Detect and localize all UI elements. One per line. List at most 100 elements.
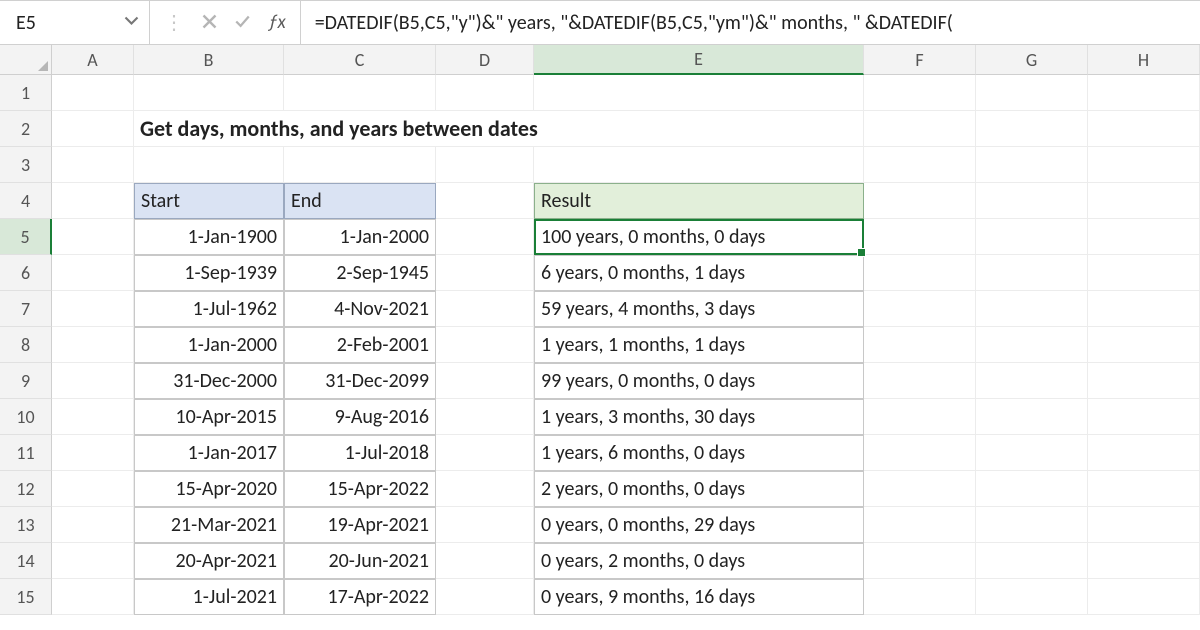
cell[interactable] xyxy=(1088,399,1200,435)
cell[interactable] xyxy=(1088,147,1200,183)
cell[interactable] xyxy=(436,183,534,219)
cell[interactable] xyxy=(976,75,1088,111)
enter-icon[interactable] xyxy=(235,11,250,35)
cell-start[interactable]: 1-Jan-2017 xyxy=(134,435,284,471)
cell-end[interactable]: 2-Sep-1945 xyxy=(284,255,436,291)
cell[interactable] xyxy=(134,75,284,111)
cell-end[interactable]: 2-Feb-2001 xyxy=(284,327,436,363)
cell[interactable] xyxy=(976,147,1088,183)
cell-end[interactable]: 31-Dec-2099 xyxy=(284,363,436,399)
cell[interactable] xyxy=(436,255,534,291)
cell[interactable] xyxy=(976,399,1088,435)
cell-result[interactable]: 100 years, 0 months, 0 days xyxy=(534,219,864,255)
cell[interactable] xyxy=(436,435,534,471)
cell[interactable] xyxy=(1088,183,1200,219)
cell-end[interactable]: 1-Jan-2000 xyxy=(284,219,436,255)
cell[interactable] xyxy=(52,507,134,543)
cell-start[interactable]: 1-Jan-1900 xyxy=(134,219,284,255)
cell[interactable] xyxy=(436,579,534,615)
cell[interactable] xyxy=(52,543,134,579)
cell-start[interactable]: 1-Sep-1939 xyxy=(134,255,284,291)
cell[interactable] xyxy=(976,327,1088,363)
cell-result[interactable]: 0 years, 9 months, 16 days xyxy=(534,579,864,615)
cell-result[interactable]: 2 years, 0 months, 0 days xyxy=(534,471,864,507)
table-header-result[interactable]: Result xyxy=(534,183,864,219)
cell-result[interactable]: 0 years, 2 months, 0 days xyxy=(534,543,864,579)
cell[interactable] xyxy=(976,183,1088,219)
cell[interactable] xyxy=(436,75,534,111)
cell[interactable] xyxy=(976,471,1088,507)
cell[interactable] xyxy=(1088,327,1200,363)
cell[interactable] xyxy=(976,291,1088,327)
cell[interactable] xyxy=(436,399,534,435)
cell-end[interactable]: 19-Apr-2021 xyxy=(284,507,436,543)
table-header-end[interactable]: End xyxy=(284,183,436,219)
cell[interactable] xyxy=(52,147,134,183)
cell[interactable] xyxy=(52,399,134,435)
cell-start[interactable]: 21-Mar-2021 xyxy=(134,507,284,543)
cell[interactable] xyxy=(976,255,1088,291)
cell[interactable] xyxy=(52,363,134,399)
cell[interactable] xyxy=(864,219,976,255)
col-header-C[interactable]: C xyxy=(284,45,436,75)
cell[interactable] xyxy=(864,399,976,435)
cell[interactable] xyxy=(436,507,534,543)
cell[interactable] xyxy=(1088,435,1200,471)
cell[interactable] xyxy=(864,435,976,471)
cell[interactable] xyxy=(1088,291,1200,327)
cell[interactable] xyxy=(976,579,1088,615)
cell[interactable] xyxy=(1088,363,1200,399)
col-header-G[interactable]: G xyxy=(976,45,1088,75)
cell[interactable] xyxy=(864,183,976,219)
cell-start[interactable]: 31-Dec-2000 xyxy=(134,363,284,399)
cell[interactable] xyxy=(284,147,436,183)
cell[interactable] xyxy=(284,75,436,111)
cell[interactable] xyxy=(1088,111,1200,147)
cell[interactable] xyxy=(134,147,284,183)
cell-end[interactable]: 15-Apr-2022 xyxy=(284,471,436,507)
cell[interactable] xyxy=(436,327,534,363)
row-header-7[interactable]: 7 xyxy=(0,291,52,327)
cell-start[interactable]: 20-Apr-2021 xyxy=(134,543,284,579)
fx-icon[interactable]: ƒx xyxy=(268,11,286,34)
cell-start[interactable]: 10-Apr-2015 xyxy=(134,399,284,435)
row-header-3[interactable]: 3 xyxy=(0,147,52,183)
row-header-6[interactable]: 6 xyxy=(0,255,52,291)
cell[interactable] xyxy=(864,147,976,183)
cell-result[interactable]: 6 years, 0 months, 1 days xyxy=(534,255,864,291)
cell[interactable] xyxy=(864,111,976,147)
cell-result[interactable]: 1 years, 6 months, 0 days xyxy=(534,435,864,471)
table-header-start[interactable]: Start xyxy=(134,183,284,219)
cell-end[interactable]: 4-Nov-2021 xyxy=(284,291,436,327)
cell[interactable] xyxy=(864,543,976,579)
cell[interactable] xyxy=(864,75,976,111)
cell[interactable] xyxy=(436,543,534,579)
cell[interactable] xyxy=(976,363,1088,399)
col-header-H[interactable]: H xyxy=(1088,45,1200,75)
cell-result[interactable]: 59 years, 4 months, 3 days xyxy=(534,291,864,327)
cell[interactable] xyxy=(436,147,534,183)
cell[interactable] xyxy=(1088,579,1200,615)
cell[interactable] xyxy=(864,255,976,291)
cell[interactable] xyxy=(436,291,534,327)
cell[interactable] xyxy=(52,291,134,327)
cell-start[interactable]: 1-Jul-1962 xyxy=(134,291,284,327)
cell[interactable] xyxy=(52,219,134,255)
cell-result[interactable]: 1 years, 3 months, 30 days xyxy=(534,399,864,435)
cancel-icon[interactable] xyxy=(202,11,217,35)
col-header-D[interactable]: D xyxy=(436,45,534,75)
row-header-1[interactable]: 1 xyxy=(0,75,52,111)
cell[interactable] xyxy=(1088,219,1200,255)
cell[interactable] xyxy=(976,219,1088,255)
formula-input[interactable]: =DATEDIF(B5,C5,"y")&" years, "&DATEDIF(B… xyxy=(301,1,1200,44)
cell-start[interactable]: 1-Jan-2000 xyxy=(134,327,284,363)
page-title[interactable]: Get days, months, and years between date… xyxy=(134,111,864,147)
row-header-11[interactable]: 11 xyxy=(0,435,52,471)
cell-end[interactable]: 20-Jun-2021 xyxy=(284,543,436,579)
cell[interactable] xyxy=(52,435,134,471)
cell[interactable] xyxy=(52,75,134,111)
cell-result[interactable]: 99 years, 0 months, 0 days xyxy=(534,363,864,399)
cell-result[interactable]: 0 years, 0 months, 29 days xyxy=(534,507,864,543)
cell[interactable] xyxy=(436,219,534,255)
cell[interactable] xyxy=(864,471,976,507)
